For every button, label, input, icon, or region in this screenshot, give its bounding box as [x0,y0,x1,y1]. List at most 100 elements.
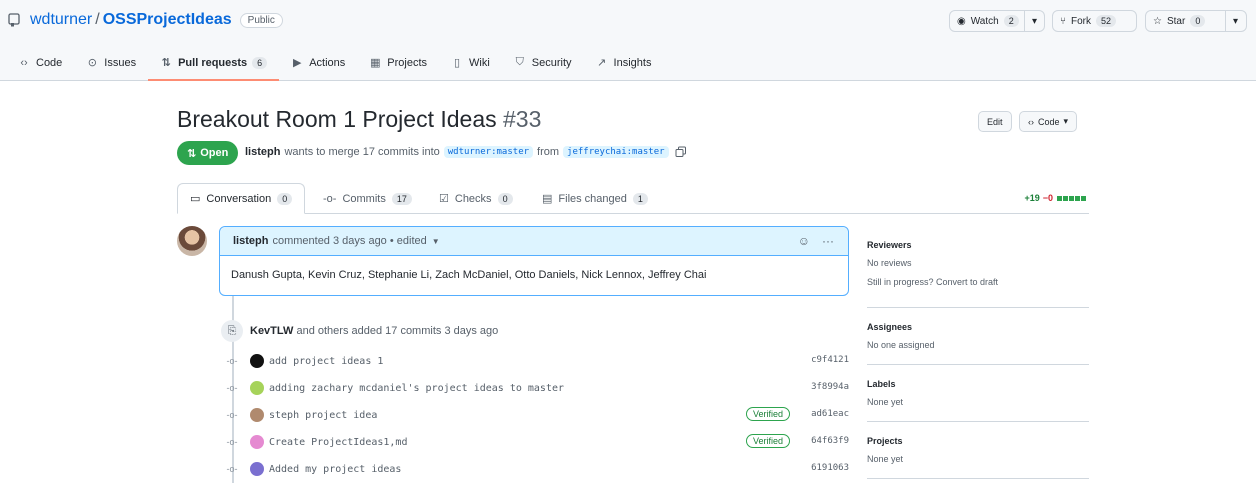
caret-down-icon: ▾ [1032,15,1038,27]
avatar[interactable] [177,226,207,256]
files-changed-count: 1 [632,192,648,205]
tab-pull-requests[interactable]: ⇅ Pull requests 6 [148,44,280,81]
avatar[interactable] [250,381,264,395]
star-dropdown[interactable]: ▾ [1225,11,1245,31]
tab-pull-requests-label: Pull requests [178,56,248,69]
comment-author-link[interactable]: listeph [233,235,268,247]
tab-conversation-label: Conversation [206,192,272,205]
caret-down-icon: ▾ [1063,116,1069,126]
tab-code[interactable]: ‹› Code [0,44,74,81]
repo-header: wdturner / OSSProjectIdeas Public ◉ Watc… [0,0,1256,81]
commit-row: -o- Create ProjectIdeas1,md Verified 64f… [224,433,850,451]
sidebar-value: No one assigned [867,340,935,350]
commits-count: 17 [391,192,412,205]
comment-meta[interactable]: commented 3 days ago • edited [272,235,426,247]
pull-request-icon: ⇅ [187,147,197,160]
tab-files-changed[interactable]: ▤ Files changed 1 [530,183,660,214]
star-button[interactable]: ☆ Star 0 [1146,11,1225,31]
commit-row: -o- adding zachary mcdaniel's project id… [224,379,850,397]
verified-badge[interactable]: Verified [745,407,790,421]
fork-segment: ⑂ Fork 52 [1053,11,1123,31]
commit-sha[interactable]: 3f8994a [811,382,849,392]
code-icon: ‹› [20,56,28,69]
pr-state-badge: ⇅ Open [177,141,239,165]
merge-text: wants to merge 17 commits into [284,146,440,158]
smiley-icon[interactable]: ☺ [798,234,810,248]
tab-wiki-label: Wiki [469,56,490,69]
convert-to-draft-link[interactable]: Still in progress? Convert to draft [867,277,1089,287]
avatar[interactable] [250,435,264,449]
commit-row: -o- steph project idea Verified ad61eac [224,406,850,424]
avatar[interactable] [250,462,264,476]
tab-issues[interactable]: ⊙ Issues [74,44,148,81]
commit-message[interactable]: steph project idea [269,410,377,421]
pr-author-link[interactable]: listeph [245,146,280,158]
star-button-group: ☆ Star 0 ▾ [1145,10,1247,32]
tab-commits-label: Commits [342,192,386,205]
tab-security[interactable]: ⛉ Security [502,44,584,81]
kebab-menu-icon[interactable]: ··· [822,234,834,248]
code-icon: ‹› [1028,116,1034,127]
file-diff-icon: ▤ [542,193,553,205]
commit-sha[interactable]: ad61eac [811,409,849,419]
sidebar-divider [867,421,1089,422]
checks-count: 0 [497,192,513,205]
comment-icon: ▭ [190,193,201,205]
tab-wiki[interactable]: ▯ Wiki [439,44,502,81]
edit-button-label: Edit [987,116,1003,127]
sidebar-divider [867,478,1089,479]
eye-icon: ◉ [957,15,966,27]
commit-message[interactable]: add project ideas 1 [269,356,383,367]
commit-message[interactable]: adding zachary mcdaniel's project ideas … [269,383,564,394]
commit-message[interactable]: Added my project ideas [269,464,401,475]
sidebar-reviewers: Reviewers No reviews Still in progress? … [867,240,1089,287]
watch-dropdown[interactable]: ▾ [1024,11,1044,31]
push-author-link[interactable]: KevTLW [250,325,293,337]
edit-button[interactable]: Edit [978,111,1012,132]
code-dropdown-label: Code [1038,116,1060,127]
copy-icon[interactable] [675,146,687,158]
fork-button[interactable]: ⑂ Fork 52 [1052,10,1137,32]
caret-down-icon: ▾ [1233,15,1239,27]
tab-projects[interactable]: ▦ Projects [357,44,439,81]
base-branch[interactable]: wdturner:master [443,146,534,158]
avatar[interactable] [250,354,264,368]
repo-icon [8,13,20,27]
sidebar-heading[interactable]: Labels [867,379,1089,389]
comment-actions: ☺ ··· [798,234,834,248]
star-count: 0 [1190,15,1206,27]
fork-label: Fork [1071,15,1091,27]
pr-number: #33 [503,106,542,132]
graph-icon: ↗ [596,57,607,69]
commit-sha[interactable]: c9f4121 [811,355,849,365]
tab-conversation[interactable]: ▭ Conversation 0 [177,183,306,214]
head-branch[interactable]: jeffreychai:master [563,146,669,158]
commit-dot-icon: -o- [226,410,238,420]
tab-actions[interactable]: ▶ Actions [279,44,357,81]
watch-count: 2 [1003,15,1019,27]
sidebar-heading[interactable]: Projects [867,436,1089,446]
commit-message[interactable]: Create ProjectIdeas1,md [269,437,407,448]
repo-name-link[interactable]: OSSProjectIdeas [103,11,232,29]
tab-insights[interactable]: ↗ Insights [584,44,664,81]
pr-tabs: ▭ Conversation 0 -o- Commits 17 ☑ Checks… [177,183,1089,214]
repo-owner-link[interactable]: wdturner [30,11,92,29]
code-dropdown-button[interactable]: ‹› Code ▾ [1019,111,1078,132]
sidebar-value: None yet [867,454,904,464]
table-icon: ▦ [370,57,381,69]
sidebar-heading[interactable]: Assignees [867,322,1089,332]
sidebar-heading[interactable]: Reviewers [867,240,1089,250]
verified-badge[interactable]: Verified [745,434,790,448]
commit-row: -o- add project ideas 1 c9f4121 [224,352,850,370]
commit-sha[interactable]: 6191063 [811,463,849,473]
tab-checks[interactable]: ☑ Checks 0 [427,183,525,214]
play-icon: ▶ [292,57,302,69]
caret-down-icon[interactable]: ▼ [432,237,440,246]
tab-commits[interactable]: -o- Commits 17 [311,183,424,214]
tab-files-changed-label: Files changed [558,192,627,205]
commit-sha[interactable]: 64f63f9 [811,436,849,446]
comment-box: listeph commented 3 days ago • edited ▼ … [219,226,849,296]
watch-button[interactable]: ◉ Watch 2 [950,11,1024,31]
avatar[interactable] [250,408,264,422]
diffstat-block [1063,195,1068,201]
